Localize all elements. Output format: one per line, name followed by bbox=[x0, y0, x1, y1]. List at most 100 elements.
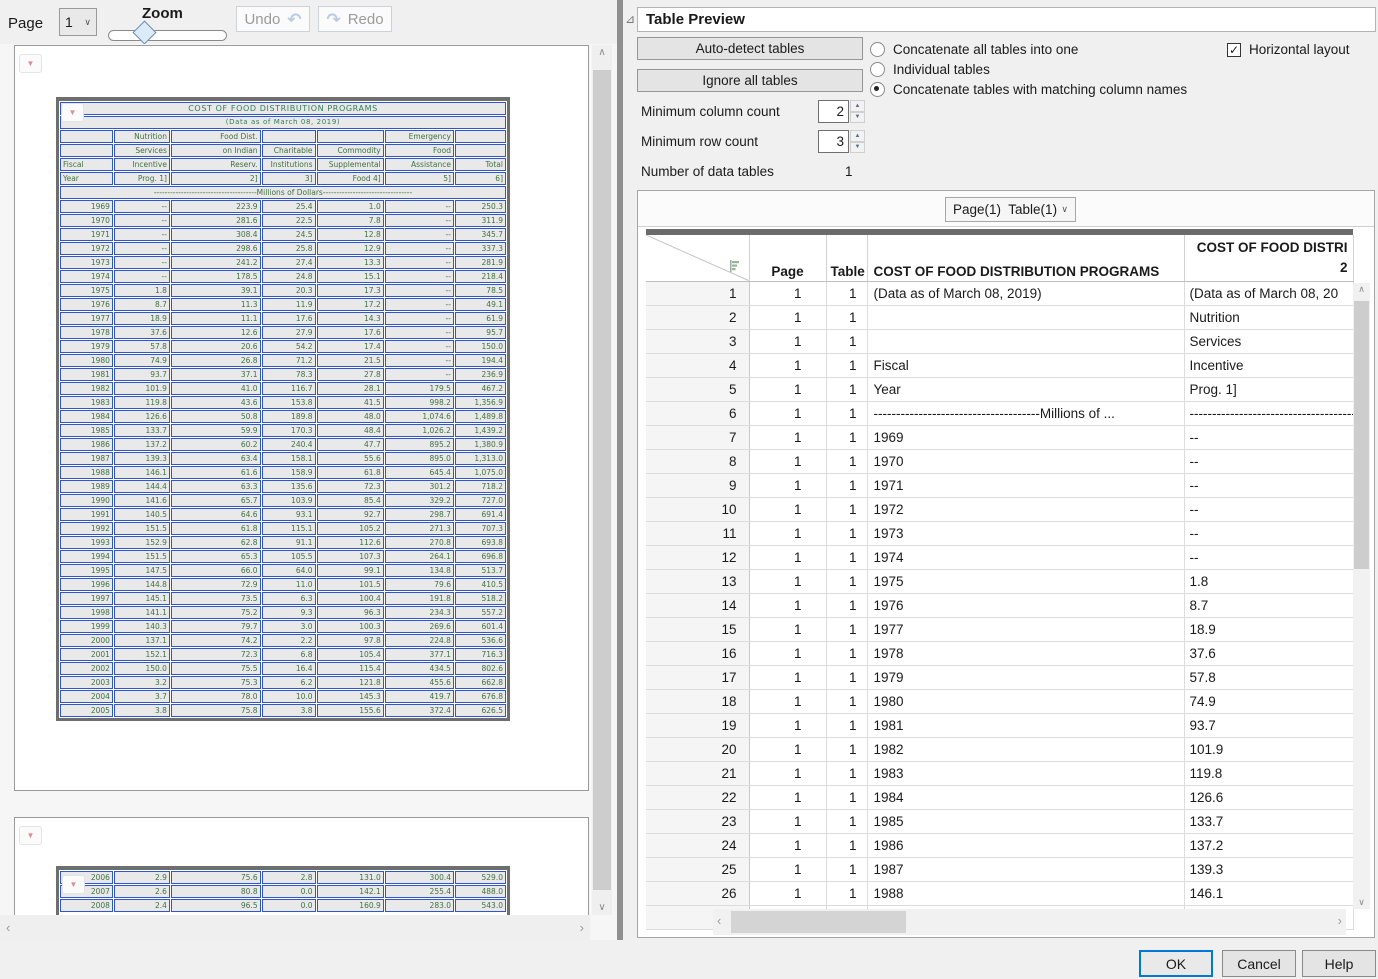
table-menu-button[interactable]: ▼ bbox=[61, 103, 84, 122]
data-cell-col2: -- bbox=[1184, 449, 1353, 473]
row-number-cell: 8 bbox=[646, 449, 749, 473]
scroll-left-icon[interactable]: ‹ bbox=[6, 920, 10, 935]
dropdown-value: Page(1) Table(1) bbox=[953, 202, 1057, 217]
scroll-up-icon[interactable]: ∧ bbox=[592, 47, 612, 58]
data-cell-col2: Services bbox=[1184, 329, 1353, 353]
column-selector-icon[interactable] bbox=[727, 259, 741, 273]
pdf-page-2[interactable]: ▼ ▼ 20062.975.62.8131.0300.4529.020072.6… bbox=[14, 817, 589, 920]
radio-option[interactable]: Concatenate all tables into one bbox=[870, 39, 1187, 59]
data-cell-col2: 133.7 bbox=[1184, 809, 1353, 833]
scroll-down-icon[interactable]: ∨ bbox=[592, 902, 612, 913]
min-row-count-input[interactable]: 3 bbox=[818, 130, 849, 153]
row-number-cell: 11 bbox=[646, 521, 749, 545]
table-cell: 1 bbox=[826, 329, 867, 353]
row-number-cell: 12 bbox=[646, 545, 749, 569]
row-number-cell: 19 bbox=[646, 713, 749, 737]
page-select[interactable]: 1 ∨ bbox=[59, 8, 97, 36]
page-select-value: 1 bbox=[65, 14, 73, 30]
scroll-left-icon[interactable]: ‹ bbox=[717, 913, 721, 928]
spin-down-icon[interactable]: ▼ bbox=[850, 142, 865, 154]
pdf-data-row: 1986137.260.2240.447.7895.21,380.9 bbox=[60, 438, 506, 451]
help-button[interactable]: Help bbox=[1302, 950, 1376, 977]
preview-data-grid[interactable]: Page Table COST OF FOOD DISTRIBUTION PRO… bbox=[646, 235, 1354, 930]
table-cell: 1 bbox=[826, 425, 867, 449]
number-of-data-tables-label: Number of data tables bbox=[641, 164, 774, 179]
min-row-count-spinner[interactable]: ▲ ▼ bbox=[850, 130, 865, 153]
pane-splitter[interactable] bbox=[617, 0, 623, 940]
pdf-data-row: 1974--178.524.815.1--218.4 bbox=[60, 270, 506, 283]
radio-option[interactable]: Individual tables bbox=[870, 59, 1187, 79]
scrollbar-thumb[interactable] bbox=[593, 70, 611, 890]
left-horizontal-scrollbar[interactable]: ‹ › bbox=[0, 915, 590, 940]
pdf-data-row: 197957.820.654.217.4--150.0 bbox=[60, 340, 506, 353]
radio-label: Concatenate all tables into one bbox=[893, 42, 1078, 57]
table-cell: 1 bbox=[826, 833, 867, 857]
preview-horizontal-scrollbar[interactable]: ‹ › bbox=[713, 909, 1346, 935]
preview-row: 411FiscalIncentive bbox=[646, 353, 1353, 377]
auto-detect-tables-button[interactable]: Auto-detect tables bbox=[637, 37, 863, 60]
data-cell-col1: 1979 bbox=[867, 665, 1184, 689]
scrollbar-thumb[interactable] bbox=[1354, 301, 1369, 569]
table-menu-button[interactable]: ▼ bbox=[62, 875, 85, 894]
data-cell-col1: 1970 bbox=[867, 449, 1184, 473]
radio-icon[interactable] bbox=[870, 42, 885, 57]
page-table-dropdown[interactable]: Page(1) Table(1) ∨ bbox=[945, 197, 1076, 222]
data-column-2-header-line2: 2 bbox=[1340, 260, 1348, 275]
ok-button[interactable]: OK bbox=[1139, 950, 1213, 977]
pdf-data-row: 20053.875.83.8155.6372.4626.5 bbox=[60, 704, 506, 717]
data-cell-col2: 101.9 bbox=[1184, 737, 1353, 761]
checkbox-icon[interactable]: ✓ bbox=[1227, 43, 1241, 57]
page-cell: 1 bbox=[749, 305, 826, 329]
detected-table-region[interactable]: ▼ COST OF FOOD DISTRIBUTION PROGRAMS(Dat… bbox=[56, 97, 510, 721]
radio-icon[interactable] bbox=[870, 62, 885, 77]
help-label: Help bbox=[1325, 956, 1354, 972]
min-column-count-input[interactable]: 2 bbox=[818, 100, 849, 123]
button-label: Auto-detect tables bbox=[696, 41, 805, 56]
spin-up-icon[interactable]: ▲ bbox=[850, 130, 865, 142]
table-cell: 1 bbox=[826, 665, 867, 689]
scroll-right-icon[interactable]: › bbox=[580, 920, 584, 935]
row-number-cell: 21 bbox=[646, 761, 749, 785]
panel-title: Table Preview bbox=[646, 11, 745, 28]
page-menu-button[interactable]: ▼ bbox=[19, 54, 42, 73]
zoom-slider-track[interactable] bbox=[108, 30, 227, 41]
page-cell: 1 bbox=[749, 593, 826, 617]
scroll-right-icon[interactable]: › bbox=[1338, 913, 1342, 928]
cancel-label: Cancel bbox=[1237, 956, 1281, 972]
data-cell-col2: -- bbox=[1184, 521, 1353, 545]
row-number-cell: 9 bbox=[646, 473, 749, 497]
left-vertical-scrollbar[interactable]: ∧ ∨ bbox=[592, 45, 612, 915]
ignore-all-tables-button[interactable]: Ignore all tables bbox=[637, 69, 863, 92]
horizontal-layout-checkbox[interactable]: ✓ Horizontal layout bbox=[1227, 42, 1350, 57]
data-column-2-header-line1: COST OF FOOD DISTRI bbox=[1197, 240, 1348, 255]
page-menu-button[interactable]: ▼ bbox=[19, 826, 42, 845]
pdf-page-1[interactable]: ▼ ▼ COST OF FOOD DISTRIBUTION PROGRAMS(D… bbox=[14, 45, 589, 791]
preview-row: 1811198074.9 bbox=[646, 689, 1353, 713]
data-cell-col1: 1981 bbox=[867, 713, 1184, 737]
radio-icon[interactable] bbox=[870, 82, 885, 97]
pdf-data-row: 1992151.561.8115.1105.2271.3707.3 bbox=[60, 522, 506, 535]
chevron-down-icon: ∨ bbox=[84, 17, 91, 28]
data-cell-col1: 1984 bbox=[867, 785, 1184, 809]
redo-button[interactable]: ↷ Redo bbox=[318, 6, 392, 32]
scroll-down-icon[interactable]: ∨ bbox=[1353, 897, 1370, 908]
red-triangle-icon: ▼ bbox=[69, 109, 77, 117]
pdf-data-row: 20072.680.80.0142.1255.4488.0 bbox=[60, 885, 506, 898]
cancel-button[interactable]: Cancel bbox=[1222, 950, 1296, 977]
scrollbar-thumb[interactable] bbox=[731, 911, 906, 933]
table-cell: 1 bbox=[826, 737, 867, 761]
min-column-count-spinner[interactable]: ▲ ▼ bbox=[850, 100, 865, 123]
preview-vertical-scrollbar[interactable]: ∧ ∨ bbox=[1353, 283, 1370, 909]
undo-button[interactable]: Undo ↶ bbox=[236, 6, 310, 32]
page-cell: 1 bbox=[749, 785, 826, 809]
preview-row: 9111971-- bbox=[646, 473, 1353, 497]
collapse-triangle-icon[interactable]: ⊿ bbox=[625, 12, 635, 26]
table-cell: 1 bbox=[826, 305, 867, 329]
scroll-up-icon[interactable]: ∧ bbox=[1353, 284, 1370, 295]
pdf-data-row: 20082.496.50.0160.9283.0543.0 bbox=[60, 899, 506, 912]
radio-option[interactable]: Concatenate tables with matching column … bbox=[870, 79, 1187, 99]
spin-down-icon[interactable]: ▼ bbox=[850, 112, 865, 124]
detected-table-region[interactable]: ▼ 20062.975.62.8131.0300.4529.020072.680… bbox=[56, 866, 510, 919]
spin-up-icon[interactable]: ▲ bbox=[850, 100, 865, 112]
row-number-cell: 13 bbox=[646, 569, 749, 593]
